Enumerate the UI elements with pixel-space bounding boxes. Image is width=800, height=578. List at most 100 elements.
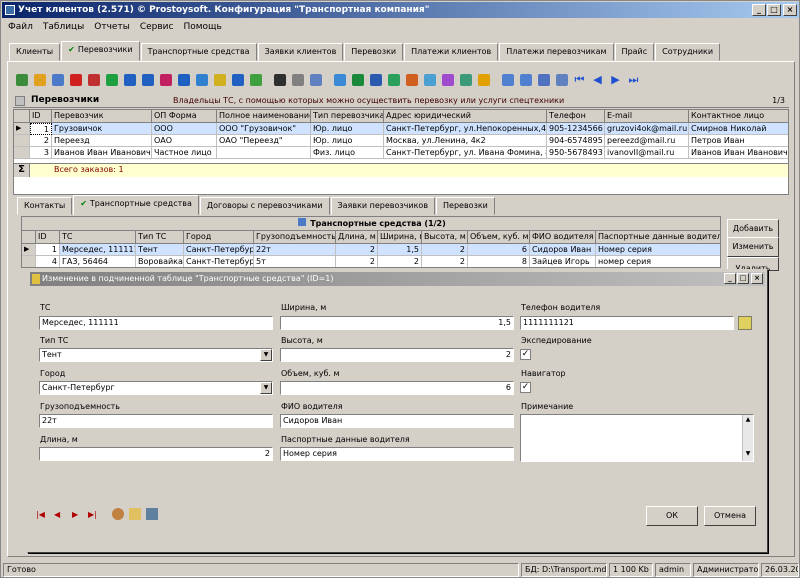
filter-options-icon[interactable] <box>229 71 246 88</box>
table-cell[interactable]: 4 <box>36 256 60 267</box>
table-icon[interactable] <box>457 71 474 88</box>
table-cell[interactable]: 905-1234566 <box>547 123 605 135</box>
subtab-vehicles[interactable]: ✔ Транспортные средства <box>73 195 199 215</box>
table-cell[interactable]: Частное лицо <box>152 147 217 159</box>
table-cell[interactable]: gruzovi4ok@mail.ru <box>605 123 689 135</box>
filter-settings-icon[interactable] <box>211 71 228 88</box>
ok-button[interactable]: ОК <box>646 506 698 526</box>
table-cell[interactable]: 2 <box>422 244 468 256</box>
tab-employees[interactable]: Сотрудники <box>655 43 721 61</box>
length-input[interactable]: 2 <box>39 447 273 461</box>
dialog-close-button[interactable]: × <box>751 273 763 284</box>
col-header[interactable]: E-mail <box>605 110 689 123</box>
nav-prev-icon[interactable]: ◀ <box>54 510 60 519</box>
col-header[interactable]: ID <box>30 110 52 123</box>
table-cell[interactable]: 5т <box>254 256 336 267</box>
col-header[interactable]: ОП Форма <box>152 110 217 123</box>
table-cell[interactable]: 2 <box>422 256 468 267</box>
print-icon[interactable] <box>289 71 306 88</box>
table-cell[interactable]: Петров Иван <box>689 135 788 147</box>
menu-reports[interactable]: Отчеты <box>89 20 135 34</box>
note-textarea[interactable]: ▲ ▼ <box>520 414 754 462</box>
table-cell[interactable]: 1 <box>30 123 52 135</box>
chevron-down-icon[interactable]: ▼ <box>260 382 272 394</box>
col-header[interactable]: ФИО водителя <box>530 231 596 244</box>
cancel-button[interactable]: Отмена <box>704 506 756 526</box>
nav-next-icon[interactable]: ▶ <box>72 510 78 519</box>
table-cell[interactable]: Смирнов Николай <box>689 123 788 135</box>
filter-icon[interactable] <box>121 71 138 88</box>
col-header[interactable]: Город <box>184 231 254 244</box>
tab-price[interactable]: Прайс <box>614 43 655 61</box>
globe-icon[interactable] <box>112 508 124 520</box>
filter-add-icon[interactable] <box>139 71 156 88</box>
width-input[interactable]: 1,5 <box>280 316 514 330</box>
col-header[interactable]: Паспортные данные водителя <box>596 231 720 244</box>
table-cell[interactable]: Сидоров Иван <box>530 244 596 256</box>
col-header[interactable]: Контактное лицо <box>689 110 788 123</box>
group-icon[interactable] <box>553 71 570 88</box>
delete-all-icon[interactable] <box>85 71 102 88</box>
col-header[interactable]: Ширина, м <box>378 231 422 244</box>
col-header[interactable]: Телефон <box>547 110 605 123</box>
edit-vehicle-button[interactable]: Изменить <box>727 237 779 257</box>
col-header[interactable]: Грузоподъемность <box>254 231 336 244</box>
export-word-icon[interactable] <box>367 71 384 88</box>
nav-last-icon[interactable]: ▶| <box>88 510 97 519</box>
table-cell[interactable]: 3 <box>30 147 52 159</box>
table-cell[interactable]: Юр. лицо <box>311 123 384 135</box>
subtab-transportations[interactable]: Перевозки <box>436 197 495 215</box>
volume-input[interactable]: 6 <box>280 381 514 395</box>
table-cell[interactable]: Санкт-Петербург <box>184 256 254 267</box>
nav-next-icon[interactable]: ▶ <box>607 71 624 88</box>
export-excel-icon[interactable] <box>349 71 366 88</box>
chart-icon[interactable] <box>475 71 492 88</box>
col-header[interactable]: Тип ТС <box>136 231 184 244</box>
columns-icon[interactable] <box>535 71 552 88</box>
note-scrollbar[interactable]: ▲ ▼ <box>742 415 753 461</box>
preview-icon[interactable] <box>307 71 324 88</box>
table-cell[interactable]: Санкт-Петербург, ул.Непокоренных,4к2 <box>384 123 547 135</box>
subtab-contracts[interactable]: Договоры с перевозчиками <box>199 197 330 215</box>
table-cell[interactable]: ООО <box>152 123 217 135</box>
driver-input[interactable]: Сидоров Иван <box>280 414 514 428</box>
tab-vehicles[interactable]: Транспортные средства <box>140 43 257 61</box>
table-cell[interactable]: Грузовичок <box>52 123 152 135</box>
table-cell[interactable]: 22т <box>254 244 336 256</box>
table-cell[interactable]: ГАЗ, 56464 <box>60 256 136 267</box>
table-cell[interactable]: 1,5 <box>378 244 422 256</box>
print-icon[interactable] <box>146 508 158 520</box>
table-cell[interactable]: 904-6574895 <box>547 135 605 147</box>
col-header[interactable]: Тип перевозчика <box>311 110 384 123</box>
navigator-checkbox[interactable]: ✓ <box>520 382 531 393</box>
height-input[interactable]: 2 <box>280 348 514 362</box>
table-cell[interactable]: Зайцев Игорь <box>530 256 596 267</box>
table-cell[interactable]: 2 <box>378 256 422 267</box>
filter-remove-icon[interactable] <box>157 71 174 88</box>
table-cell[interactable]: 8 <box>468 256 530 267</box>
table-cell[interactable]: 2 <box>30 135 52 147</box>
import-icon[interactable] <box>403 71 420 88</box>
col-header[interactable]: ТС <box>60 231 136 244</box>
table-cell[interactable]: Воровайка <box>136 256 184 267</box>
menu-service[interactable]: Сервис <box>135 20 179 34</box>
dialog-maximize-button[interactable]: □ <box>737 273 749 284</box>
table-cell[interactable] <box>217 147 311 159</box>
edit-record-icon[interactable] <box>31 71 48 88</box>
table-cell[interactable]: 6 <box>468 244 530 256</box>
export-icon[interactable] <box>331 71 348 88</box>
tab-carriers[interactable]: ✔ Перевозчики <box>61 41 140 61</box>
subtab-carrier-requests[interactable]: Заявки перевозчиков <box>330 197 436 215</box>
table-cell[interactable]: 950-5678493 <box>547 147 605 159</box>
add-vehicle-button[interactable]: Добавить <box>727 219 779 239</box>
nav-first-icon[interactable]: |◀ <box>36 510 45 519</box>
subtab-contacts[interactable]: Контакты <box>17 197 73 215</box>
find-icon[interactable] <box>271 71 288 88</box>
ts-input[interactable]: Мерседес, 111111 <box>39 316 273 330</box>
tab-transportations[interactable]: Перевозки <box>344 43 404 61</box>
table-cell[interactable]: Юр. лицо <box>311 135 384 147</box>
col-header[interactable]: Объем, куб. м <box>468 231 530 244</box>
table-cell[interactable]: Санкт-Петербург, ул. Ивана Фомина, 8 <box>384 147 547 159</box>
table-cell[interactable]: Иванов Иван Иванович <box>689 147 788 159</box>
capacity-input[interactable]: 22т <box>39 414 273 428</box>
